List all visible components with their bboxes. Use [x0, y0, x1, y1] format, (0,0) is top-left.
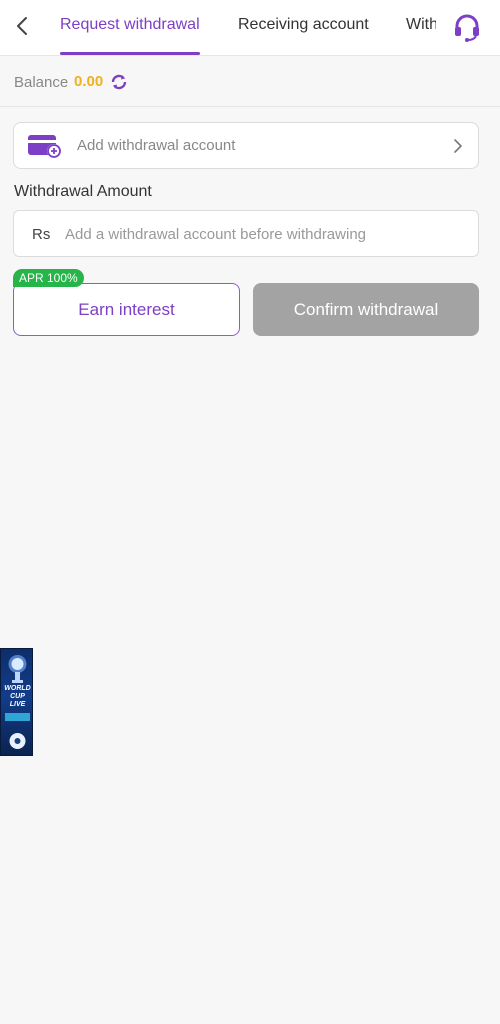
- football-icon: [9, 733, 26, 749]
- apr-badge: APR 100%: [13, 269, 84, 287]
- active-tab-indicator: [60, 52, 200, 55]
- earn-interest-label: Earn interest: [78, 299, 175, 319]
- add-card-icon: [28, 135, 61, 158]
- trophy-icon: [8, 655, 27, 683]
- promo-tag: [5, 713, 30, 721]
- promo-title: WORLD CUP LIVE: [4, 685, 31, 708]
- earn-interest-button[interactable]: Earn interest: [13, 283, 240, 336]
- world-cup-promo-banner[interactable]: WORLD CUP LIVE: [0, 648, 33, 756]
- withdrawal-amount-title: Withdrawal Amount: [14, 183, 152, 200]
- refresh-icon[interactable]: [110, 73, 128, 91]
- chevron-left-icon: [17, 17, 27, 35]
- balance-label: Balance: [14, 74, 69, 91]
- chevron-right-icon: [454, 139, 463, 153]
- tab-withdrawal-history[interactable]: With: [406, 16, 436, 34]
- back-button[interactable]: [8, 10, 36, 42]
- withdrawal-amount-placeholder: Add a withdrawal account before withdraw…: [65, 226, 367, 243]
- withdrawal-amount-field[interactable]: Rs Add a withdrawal account before withd…: [13, 210, 479, 257]
- add-withdrawal-account-label: Add withdrawal account: [77, 137, 236, 154]
- tab-request-withdrawal[interactable]: Request withdrawal: [60, 16, 200, 34]
- tab-receiving-account[interactable]: Receiving account: [238, 16, 369, 34]
- balance-section: Balance 0.00: [0, 57, 500, 107]
- headset-icon: [455, 14, 479, 42]
- currency-symbol: Rs: [32, 226, 51, 243]
- confirm-withdrawal-label: Confirm withdrawal: [293, 299, 439, 319]
- add-withdrawal-account-button[interactable]: Add withdrawal account: [13, 122, 479, 169]
- balance-value: 0.00: [74, 73, 104, 90]
- confirm-withdrawal-button[interactable]: Confirm withdrawal: [253, 283, 479, 336]
- top-navigation-bar: Request withdrawal Receiving account Wit…: [0, 0, 500, 56]
- customer-support-button[interactable]: [450, 10, 484, 44]
